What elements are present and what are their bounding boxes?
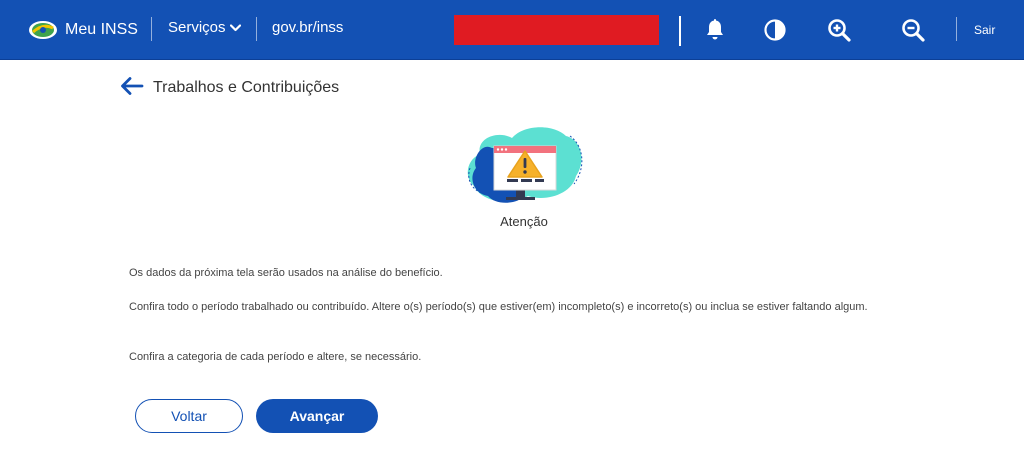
contrast-button[interactable] <box>763 18 787 42</box>
contrast-icon <box>764 19 786 41</box>
zoom-out-button[interactable] <box>901 18 925 42</box>
chevron-down-icon <box>229 23 241 31</box>
header-divider <box>256 17 257 41</box>
zoom-in-button[interactable] <box>827 18 851 42</box>
header-divider <box>679 16 681 46</box>
services-label: Serviços <box>168 19 226 36</box>
info-message: Os dados da próxima tela serão usados na… <box>129 267 443 279</box>
zoom-in-icon <box>828 19 851 42</box>
logout-link[interactable]: Sair <box>974 23 995 37</box>
next-button[interactable]: Avançar <box>256 399 378 433</box>
brand-name: Meu INSS <box>65 21 138 38</box>
top-navbar: Meu INSS Serviços gov.br/inss Sair <box>0 0 1024 60</box>
header-divider <box>956 17 957 41</box>
back-button[interactable]: Voltar <box>135 399 243 433</box>
brand[interactable]: Meu INSS <box>28 17 138 43</box>
zoom-out-icon <box>902 19 925 42</box>
attention-label: Atenção <box>500 214 548 229</box>
inss-logo-icon <box>29 21 57 39</box>
back-arrow-icon[interactable] <box>120 76 144 96</box>
gov-link[interactable]: gov.br/inss <box>272 19 343 36</box>
notifications-button[interactable] <box>703 18 727 42</box>
page-title: Trabalhos e Contribuições <box>153 79 340 96</box>
services-menu[interactable]: Serviços <box>168 19 241 36</box>
info-message: Confira todo o período trabalhado ou con… <box>129 301 868 313</box>
warning-illustration-icon <box>467 127 583 203</box>
info-message: Confira a categoria de cada período e al… <box>129 351 422 363</box>
header-divider <box>151 17 152 41</box>
bell-icon <box>707 19 723 40</box>
redacted-user-info <box>454 15 659 45</box>
